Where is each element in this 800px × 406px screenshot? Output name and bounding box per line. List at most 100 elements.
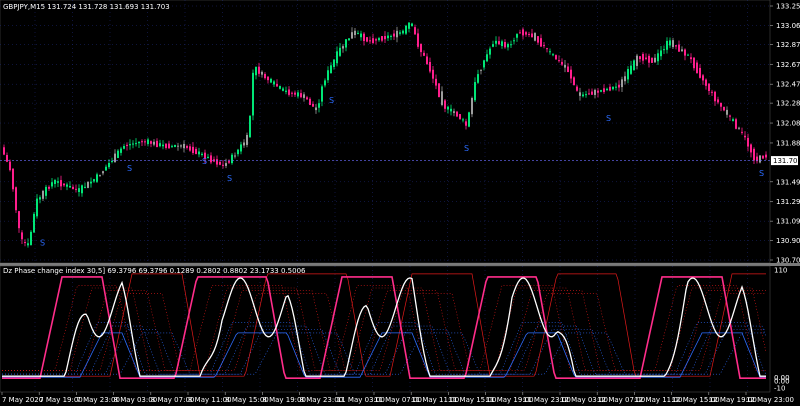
candle-body xyxy=(270,78,272,83)
candle-body xyxy=(639,56,641,60)
candle-body xyxy=(108,162,110,168)
candle-body xyxy=(588,93,590,95)
price-tick-label: 130.900 xyxy=(776,237,800,245)
candle-body xyxy=(285,90,287,92)
candle-body xyxy=(738,127,740,129)
candle-body xyxy=(399,32,401,34)
candle-body xyxy=(402,30,404,34)
candle-body xyxy=(336,51,338,64)
candle-body xyxy=(498,41,500,45)
candle-body xyxy=(456,111,458,117)
candle-body xyxy=(435,78,437,86)
candle-body xyxy=(726,109,728,115)
candle-body xyxy=(291,92,293,94)
price-tick-label: 132.470 xyxy=(776,81,800,89)
indicator-axis: 1100.000.00-10 xyxy=(774,267,790,393)
candle-body xyxy=(384,36,386,40)
candle-body xyxy=(519,32,521,34)
candle-body xyxy=(504,42,506,48)
candle-body xyxy=(21,232,23,240)
candle-body xyxy=(708,83,710,92)
candle-body xyxy=(405,25,407,34)
signal-marker-icon: S xyxy=(202,157,207,166)
candle-body xyxy=(750,144,752,153)
candle-body xyxy=(234,155,236,157)
price-chart-panel[interactable]: S S S S S S S S GBPJPY,M15 131.724 131.728 131.… xyxy=(0,0,771,264)
candle-body xyxy=(150,141,152,144)
candle-body xyxy=(279,86,281,89)
candle-body xyxy=(414,27,416,35)
candle-body xyxy=(459,114,461,119)
candle-body xyxy=(630,65,632,74)
candle-body xyxy=(129,144,131,146)
candle-body xyxy=(93,179,95,182)
candle-body xyxy=(492,44,494,47)
price-tick-label: 131.095 xyxy=(776,218,800,226)
candle-body xyxy=(387,35,389,39)
candle-body xyxy=(705,79,707,86)
candle-body xyxy=(561,61,563,65)
candle-body xyxy=(312,103,314,107)
candle-body xyxy=(474,82,476,101)
time-tick-label: 7 May 2020 xyxy=(2,396,43,404)
candle-body xyxy=(180,145,182,147)
candle-body xyxy=(729,115,731,117)
candle-body xyxy=(321,86,323,102)
candle-body xyxy=(117,150,119,158)
candle-body xyxy=(186,145,188,148)
candle-body xyxy=(471,98,473,115)
candle-body xyxy=(90,181,92,184)
indicator-header: Dz Phase change index 30,5] 69.3796 69.3… xyxy=(3,267,306,275)
candle-body xyxy=(603,88,605,93)
candle-body xyxy=(294,92,296,95)
candle-body xyxy=(225,163,227,166)
candle-body xyxy=(36,198,38,217)
candle-body xyxy=(246,134,248,145)
candle-body xyxy=(258,66,260,74)
candle-body xyxy=(564,64,566,68)
candle-body xyxy=(426,56,428,65)
panel-separator[interactable] xyxy=(0,263,800,266)
candle-body xyxy=(513,40,515,42)
candle-body xyxy=(663,49,665,51)
price-tick-label: 133.060 xyxy=(776,22,800,30)
price-tick-label: 132.080 xyxy=(776,120,800,128)
candle-body xyxy=(240,144,242,152)
candle-body xyxy=(549,51,551,53)
candle-body xyxy=(264,73,266,79)
candle-body xyxy=(480,69,482,71)
candle-body xyxy=(516,34,518,38)
candle-body xyxy=(678,44,680,52)
candle-body xyxy=(393,33,395,37)
indicator-tick-label: 110 xyxy=(774,267,787,275)
candle-body xyxy=(162,144,164,147)
candle-body xyxy=(540,38,542,47)
candle-body xyxy=(528,33,530,35)
candle-body xyxy=(132,143,134,145)
indicator-panel[interactable]: Dz Phase change index 30,5] 69.3796 69.3… xyxy=(0,266,771,393)
candle-body xyxy=(300,93,302,98)
candle-body xyxy=(45,186,47,196)
candle-body xyxy=(24,241,26,243)
candle-body xyxy=(276,83,278,87)
candle-body xyxy=(531,33,533,38)
candle-body xyxy=(339,47,341,56)
candle-body xyxy=(156,140,158,148)
candle-body xyxy=(618,84,620,88)
price-tick-label: 131.490 xyxy=(776,178,800,186)
candle-body xyxy=(57,181,59,183)
candle-body xyxy=(615,86,617,88)
candle-body xyxy=(693,57,695,69)
candle-body xyxy=(369,40,371,42)
candle-body xyxy=(591,91,593,95)
candle-body xyxy=(501,41,503,47)
candle-body xyxy=(372,38,374,44)
mt4-chart-window[interactable]: S S S S S S S S GBPJPY,M15 131.724 131.728 131.… xyxy=(0,0,800,406)
candle-body xyxy=(723,106,725,111)
candle-body xyxy=(381,36,383,41)
candle-body xyxy=(660,50,662,57)
candle-body xyxy=(3,147,5,155)
candle-body xyxy=(732,119,734,121)
candle-body xyxy=(567,66,569,73)
price-tick-label: 133.255 xyxy=(776,3,800,11)
